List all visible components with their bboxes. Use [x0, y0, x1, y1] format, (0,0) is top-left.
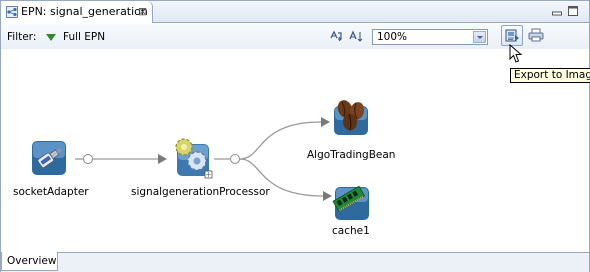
- chevron-down-icon[interactable]: [473, 31, 486, 43]
- close-icon[interactable]: ⊠: [138, 5, 147, 18]
- zoom-select[interactable]: 100%: [372, 29, 488, 45]
- epn-editor-window: EPN: signal_generation ⊠ Filter: Full EP…: [0, 0, 590, 272]
- tab-overview[interactable]: Overview: [1, 252, 58, 271]
- filter-toolbar: Filter: Full EPN 100%: [1, 24, 589, 49]
- sort-icon[interactable]: [349, 29, 363, 43]
- mouse-pointer-icon: [509, 44, 523, 63]
- node-label-signalgenerationProcessor: signalgenerationProcessor: [131, 186, 270, 198]
- node-label-socketAdapter: socketAdapter: [13, 186, 89, 198]
- export-image-icon: [505, 29, 519, 42]
- export-tooltip: Export to Image: [510, 68, 590, 83]
- node-label-AlgoTradingBean: AlgoTradingBean: [307, 149, 396, 161]
- epn-icon: [6, 6, 18, 18]
- maximize-icon[interactable]: [568, 6, 578, 16]
- filter-dropdown-icon[interactable]: [46, 34, 56, 41]
- minimize-icon[interactable]: [552, 7, 562, 16]
- auto-layout-icon[interactable]: [329, 29, 343, 43]
- filter-label: Filter:: [7, 31, 37, 43]
- editor-tab-bar: EPN: signal_generation ⊠: [1, 1, 589, 23]
- connector-lines: [75, 117, 332, 201]
- cache-memory-icon[interactable]: [332, 183, 372, 223]
- processor-gears-icon[interactable]: [172, 137, 214, 181]
- bean-coffee-icon[interactable]: [331, 97, 371, 137]
- print-icon[interactable]: [528, 28, 544, 42]
- tab-overview-label: Overview: [7, 255, 57, 267]
- export-image-button[interactable]: [501, 25, 523, 46]
- node-label-cache1: cache1: [332, 225, 370, 237]
- bottom-tab-bar: Overview: [1, 252, 589, 272]
- adapter-plug-icon[interactable]: [29, 138, 69, 178]
- zoom-value: 100%: [377, 31, 408, 43]
- connector-adapter-to-processor: [75, 154, 167, 164]
- filter-value[interactable]: Full EPN: [63, 31, 105, 43]
- editor-tab-title: EPN: signal_generation: [21, 5, 148, 18]
- editor-tab[interactable]: EPN: signal_generation ⊠: [1, 1, 153, 23]
- epn-diagram-canvas[interactable]: socketAdapter signalgenerationProcessor …: [1, 49, 589, 252]
